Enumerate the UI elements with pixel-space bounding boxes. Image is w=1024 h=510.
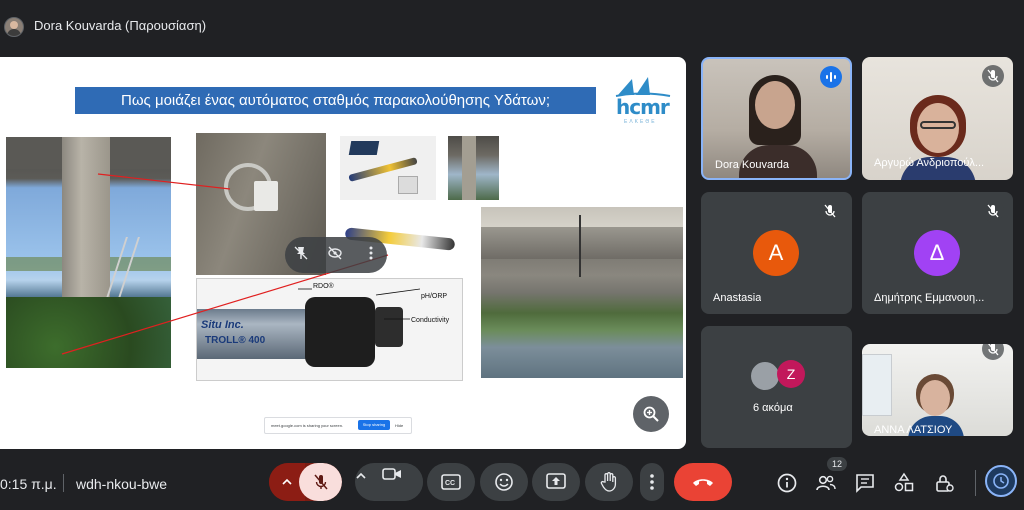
emoji-reactions-button[interactable] (480, 463, 528, 501)
pin-off-icon[interactable] (291, 245, 311, 265)
presenter-title: Dora Kouvarda (Παρουσίαση) (34, 18, 207, 33)
participant-count-badge: 12 (827, 457, 847, 471)
speaking-indicator-icon (820, 66, 842, 88)
participant-name: Dora Kouvarda (715, 159, 789, 171)
mic-off-icon (314, 474, 328, 490)
mic-toggle-button[interactable] (299, 463, 342, 501)
captions-button[interactable]: CC (427, 463, 475, 501)
participant-name: ΑΝΝΑ ΛΑΤΣΙΟΥ (874, 424, 953, 436)
top-bar: Dora Kouvarda (Παρουσίαση) (0, 0, 1024, 52)
mic-off-icon (982, 65, 1004, 87)
chat-icon (856, 474, 874, 493)
mic-off-icon (982, 344, 1004, 360)
photo-probe-kit (340, 136, 436, 200)
meeting-time: 0:15 π.μ. (0, 476, 57, 492)
screen-share-banner: meet.google.com is sharing your screen. … (264, 417, 412, 434)
more-vert-icon (650, 474, 654, 490)
mic-off-icon (819, 200, 841, 222)
stop-sharing-button[interactable]: Stop sharing (358, 420, 390, 430)
label-rdo: RDO® (313, 283, 334, 290)
camera-toggle-button[interactable] (381, 463, 423, 501)
presentation-stage: Πως μοιάζει ένας αυτόματος σταθμός παρακ… (0, 57, 686, 449)
visibility-off-icon[interactable] (325, 245, 345, 265)
video-options-button[interactable] (355, 463, 379, 501)
participant-name: Αργυρώ Ανδριοπούλ... (874, 157, 985, 169)
chevron-up-icon (356, 472, 366, 479)
chat-button[interactable] (854, 472, 876, 494)
participant-name: Δημήτρης Εμμανουη... (874, 292, 985, 304)
participant-name: Anastasia (713, 292, 762, 304)
sonde-brand: Situ Inc. (201, 319, 244, 331)
meeting-details-button[interactable] (776, 472, 798, 494)
activities-button[interactable] (893, 472, 915, 494)
label-ph-orp: pH/ORP (421, 293, 448, 300)
camera-control-group (355, 463, 423, 501)
avatar: Δ (914, 230, 960, 276)
sonde-model: TROLL® 400 (205, 335, 266, 346)
present-screen-icon (546, 473, 566, 489)
more-participants-tile[interactable]: Z 6 ακόμα (701, 326, 852, 448)
meeting-info-separator (63, 474, 64, 492)
logo-subtext: ΕΛΚΕΘΕ (624, 119, 657, 125)
more-options-button[interactable] (640, 463, 664, 501)
more-vert-icon[interactable] (361, 245, 381, 265)
hide-banner-button[interactable]: Hide (395, 423, 403, 428)
info-icon (777, 473, 797, 493)
svg-text:CC: CC (445, 480, 455, 487)
call-end-icon (693, 479, 713, 486)
emoji-icon (495, 473, 513, 491)
meeting-code: wdh-nkou-bwe (76, 476, 168, 492)
photo-sonde: Situ Inc. TROLL® 400 RDO® pH/ORP Conduct… (196, 278, 463, 381)
zoom-in-icon (643, 406, 659, 422)
participant-tile-argyro[interactable]: Αργυρώ Ανδριοπούλ... (862, 57, 1013, 180)
share-banner-text: meet.google.com is sharing your screen. (271, 423, 344, 428)
more-participants-label: 6 ακόμα (753, 402, 793, 414)
photo-pillar-small (448, 136, 499, 200)
presenter-avatar (4, 17, 24, 37)
chevron-up-icon (282, 478, 292, 485)
host-controls-icon (936, 475, 954, 492)
participant-tile-dimitris[interactable]: Δ Δημήτρης Εμμανουη... (862, 192, 1013, 314)
people-button[interactable] (815, 472, 837, 494)
label-conductivity: Conductivity (411, 317, 450, 324)
participant-tile-anastasia[interactable]: A Anastasia (701, 192, 852, 314)
toolbar-separator (975, 470, 976, 496)
photo-bridge-pillar (6, 137, 171, 368)
leave-call-button[interactable] (674, 463, 732, 501)
videocam-icon (382, 468, 401, 480)
timer-button[interactable] (985, 465, 1017, 497)
closed-caption-icon: CC (441, 474, 461, 490)
logo-wordmark: hcmr (616, 95, 670, 119)
participant-tile-anna[interactable]: ΑΝΝΑ ΛΑΤΣΙΟΥ (862, 344, 1013, 436)
host-controls-button[interactable] (933, 472, 955, 494)
present-now-button[interactable] (532, 463, 580, 501)
activities-icon (894, 472, 914, 492)
avatar: Z (777, 360, 805, 388)
clock-icon (993, 473, 1009, 489)
tile-overlay-controls[interactable] (285, 237, 387, 273)
photo-bridge-river (481, 207, 683, 378)
raise-hand-button[interactable] (585, 463, 633, 501)
people-icon (816, 475, 836, 491)
avatar: A (753, 230, 799, 276)
raise-hand-icon (600, 472, 617, 492)
mic-off-icon (982, 200, 1004, 222)
mic-control-group (269, 463, 342, 501)
zoom-in-button[interactable] (633, 396, 669, 432)
slide-title: Πως μοιάζει ένας αυτόματος σταθμός παρακ… (75, 87, 596, 114)
hcmr-logo: hcmr ΕΛΚΕΘΕ (612, 75, 674, 125)
